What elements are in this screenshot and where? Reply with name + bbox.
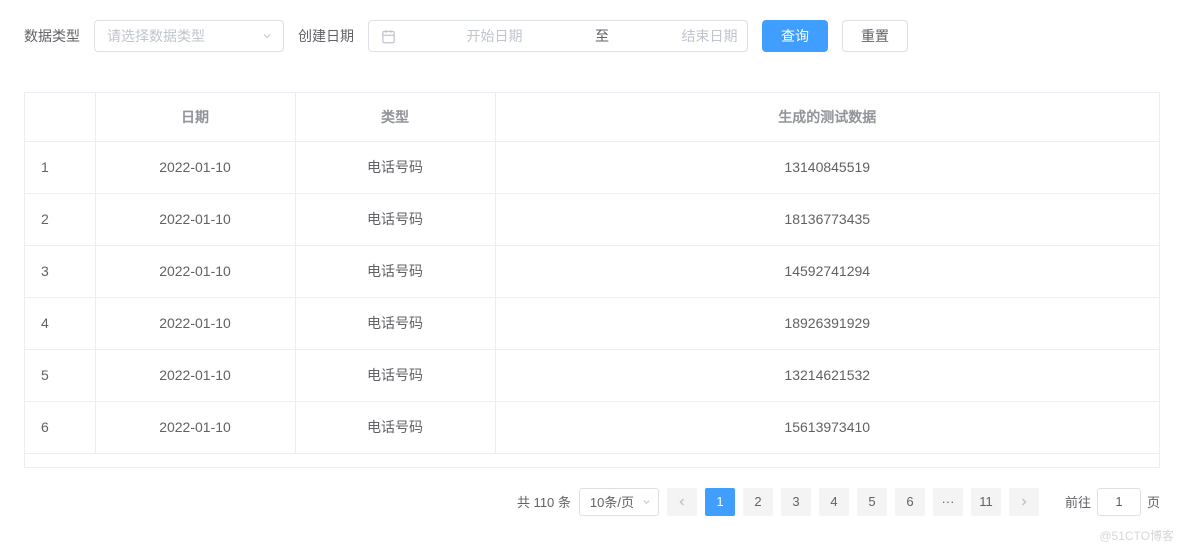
- cell-data: 15613973410: [495, 401, 1159, 453]
- table-row: 32022-01-10电话号码14592741294: [25, 245, 1159, 297]
- cell-date: 2022-01-10: [95, 193, 295, 245]
- table-row: 52022-01-10电话号码13214621532: [25, 349, 1159, 401]
- cell-index: 2: [25, 193, 95, 245]
- cell-data: 13214621532: [495, 349, 1159, 401]
- filter-bar: 数据类型 请选择数据类型 创建日期 至 查询 重置: [24, 20, 1160, 52]
- jump-suffix: 页: [1147, 492, 1160, 511]
- range-separator: 至: [585, 26, 619, 46]
- chevron-down-icon: [641, 496, 652, 507]
- reset-button[interactable]: 重置: [842, 20, 908, 52]
- cell-type: 电话号码: [295, 349, 495, 401]
- page-button-6[interactable]: 6: [895, 488, 925, 516]
- cell-date: 2022-01-10: [95, 401, 295, 453]
- jump-prefix: 前往: [1065, 492, 1091, 511]
- col-header-index: [25, 93, 95, 141]
- create-date-label: 创建日期: [298, 26, 354, 46]
- cell-type: 电话号码: [295, 401, 495, 453]
- start-date-input[interactable]: [404, 28, 585, 44]
- cell-data: 13140845519: [495, 141, 1159, 193]
- cell-data: 18926391929: [495, 297, 1159, 349]
- data-type-label: 数据类型: [24, 26, 80, 46]
- table-header-row: 日期 类型 生成的测试数据: [25, 93, 1159, 141]
- empty-row: [25, 453, 1159, 467]
- end-date-input[interactable]: [619, 28, 800, 44]
- total-count: 共 110 条: [517, 492, 571, 511]
- chevron-down-icon: [261, 30, 273, 42]
- jump-input[interactable]: [1097, 488, 1141, 516]
- calendar-icon: [381, 29, 396, 44]
- prev-page-button[interactable]: [667, 488, 697, 516]
- page-button-4[interactable]: 4: [819, 488, 849, 516]
- col-header-date: 日期: [95, 93, 295, 141]
- cell-data: 18136773435: [495, 193, 1159, 245]
- table-row: 12022-01-10电话号码13140845519: [25, 141, 1159, 193]
- page-button-11[interactable]: 11: [971, 488, 1001, 516]
- page-button-5[interactable]: 5: [857, 488, 887, 516]
- cell-date: 2022-01-10: [95, 349, 295, 401]
- cell-index: 6: [25, 401, 95, 453]
- page-button-3[interactable]: 3: [781, 488, 811, 516]
- cell-date: 2022-01-10: [95, 245, 295, 297]
- col-header-type: 类型: [295, 93, 495, 141]
- page-size-label: 10条/页: [590, 492, 634, 511]
- data-type-select[interactable]: 请选择数据类型: [94, 20, 284, 52]
- page-ellipsis: ···: [933, 488, 963, 516]
- cell-type: 电话号码: [295, 245, 495, 297]
- table-row: 42022-01-10电话号码18926391929: [25, 297, 1159, 349]
- page-button-1[interactable]: 1: [705, 488, 735, 516]
- data-type-placeholder: 请选择数据类型: [107, 26, 205, 46]
- data-table: 日期 类型 生成的测试数据 12022-01-10电话号码13140845519…: [24, 92, 1160, 468]
- cell-type: 电话号码: [295, 141, 495, 193]
- cell-index: 4: [25, 297, 95, 349]
- cell-date: 2022-01-10: [95, 297, 295, 349]
- watermark: @51CTO博客: [1099, 527, 1174, 544]
- date-range-picker[interactable]: 至: [368, 20, 748, 52]
- next-page-button[interactable]: [1009, 488, 1039, 516]
- table-row: 62022-01-10电话号码15613973410: [25, 401, 1159, 453]
- col-header-data: 生成的测试数据: [495, 93, 1159, 141]
- page-button-2[interactable]: 2: [743, 488, 773, 516]
- table-row: 22022-01-10电话号码18136773435: [25, 193, 1159, 245]
- cell-index: 5: [25, 349, 95, 401]
- cell-type: 电话号码: [295, 297, 495, 349]
- cell-date: 2022-01-10: [95, 141, 295, 193]
- page-jump: 前往 页: [1065, 488, 1160, 516]
- cell-index: 1: [25, 141, 95, 193]
- cell-type: 电话号码: [295, 193, 495, 245]
- page-size-select[interactable]: 10条/页: [579, 488, 659, 516]
- cell-data: 14592741294: [495, 245, 1159, 297]
- pagination: 共 110 条 10条/页 123456 ··· 11 前往 页: [24, 488, 1160, 516]
- cell-index: 3: [25, 245, 95, 297]
